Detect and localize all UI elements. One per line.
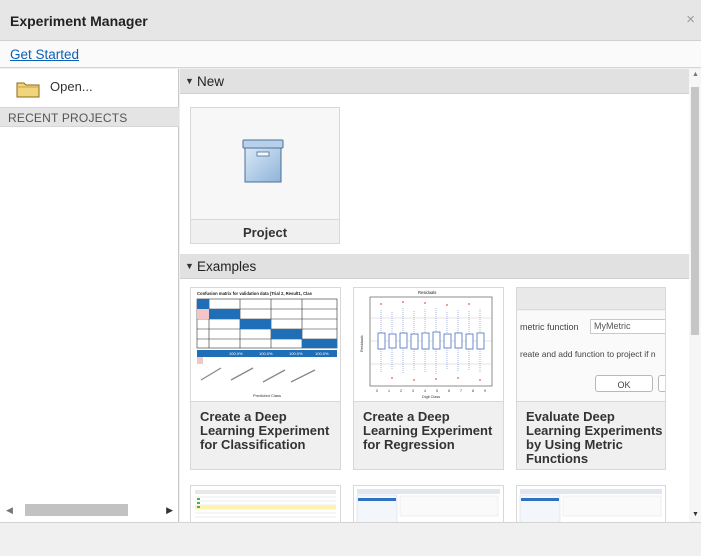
new-project-tile[interactable]: Project [190, 107, 340, 244]
sidebar-horizontal-scrollbar[interactable]: ◀ ▶ [4, 503, 175, 517]
footer-area [0, 522, 701, 556]
recent-projects-header: RECENT PROJECTS [0, 107, 179, 127]
metric-dialog-thumbnail: metric function MyMetric reate and add f… [517, 288, 665, 402]
section-new-label: New [197, 74, 225, 89]
example-tile-regression[interactable]: Residuals 0 1 2 3 4 5 6 7 8 9 Digit Clas… [353, 287, 504, 470]
classification-caption-line: Create a Deep [200, 409, 287, 424]
metric-caption-line: by Using Metric [526, 437, 623, 452]
metric-function-value: MyMetric [594, 321, 631, 331]
open-project-button[interactable]: Open... [0, 69, 179, 106]
dialog-description: reate and add function to project if n [520, 349, 656, 359]
classification-caption-line: for Classification [200, 437, 306, 452]
x-tick: 6 [448, 389, 450, 393]
ok-button-label: OK [617, 380, 631, 390]
main-panel: ▼ New Project ▼ Examples Confusion matri… [180, 69, 689, 522]
scroll-right-icon[interactable]: ▶ [166, 505, 173, 516]
example-tile-classification[interactable]: Confusion matrix for validation data (Tr… [190, 287, 341, 470]
section-new-header[interactable]: ▼ New [180, 69, 689, 94]
open-label: Open... [50, 79, 93, 94]
example-tile-partial[interactable] [190, 485, 341, 522]
metric-function-label: metric function [520, 322, 579, 332]
scroll-left-icon[interactable]: ◀ [6, 505, 13, 516]
x-tick: 9 [484, 389, 486, 393]
collapse-triangle-icon: ▼ [185, 76, 194, 86]
thumb-title: Residuals [418, 290, 436, 295]
regression-caption-line: Learning Experiment [363, 423, 493, 438]
percent-label: 100.0% [229, 351, 243, 356]
x-tick: 1 [388, 389, 390, 393]
confusion-matrix-thumbnail: Confusion matrix for validation data (Tr… [191, 288, 340, 402]
scroll-down-icon[interactable]: ▼ [692, 511, 699, 518]
get-started-link[interactable]: Get Started [10, 47, 79, 62]
close-icon[interactable]: × [686, 11, 695, 28]
x-tick: 8 [472, 389, 474, 393]
example-tile-partial[interactable] [516, 485, 666, 522]
section-examples-header[interactable]: ▼ Examples [180, 254, 689, 279]
percent-label: 100.0% [315, 351, 329, 356]
project-box-icon [242, 139, 284, 183]
window-title: Experiment Manager [10, 13, 148, 29]
section-examples-label: Examples [197, 259, 257, 274]
table-thumbnail [191, 486, 340, 522]
percent-label: 100.0% [259, 351, 273, 356]
x-axis-label: Predicted Class [253, 393, 281, 398]
residuals-thumbnail: Residuals 0 1 2 3 4 5 6 7 8 9 Digit Clas… [354, 288, 503, 402]
scrollbar-thumb[interactable] [691, 87, 699, 335]
percent-label: 100.0% [289, 351, 303, 356]
regression-caption-line: for Regression [363, 437, 455, 452]
x-tick: 3 [412, 389, 414, 393]
x-tick: 2 [400, 389, 402, 393]
collapse-triangle-icon: ▼ [185, 261, 194, 271]
folder-icon [16, 82, 40, 98]
project-caption: Project [242, 225, 288, 240]
example-tile-partial[interactable] [353, 485, 504, 522]
x-tick: 5 [436, 389, 438, 393]
title-bar: Experiment Manager × [0, 0, 701, 41]
thumb-title: Confusion matrix for validation data (Tr… [197, 291, 313, 296]
metric-caption-line: Evaluate Deep [526, 409, 615, 424]
app-screenshot-thumbnail [517, 486, 665, 522]
regression-caption-line: Create a Deep [363, 409, 450, 424]
recent-projects-label: RECENT PROJECTS [8, 111, 128, 125]
metric-caption-line: Learning Experiments [526, 423, 663, 438]
x-axis-label: Digit Class [422, 395, 440, 399]
y-axis-label: Residuals [360, 335, 364, 352]
main-vertical-scrollbar[interactable]: ▲ ▼ [689, 69, 701, 522]
sidebar: Open... RECENT PROJECTS ◀ ▶ [0, 69, 179, 522]
x-tick: 7 [460, 389, 462, 393]
scrollbar-thumb[interactable] [25, 504, 128, 516]
project-thumbnail [191, 108, 339, 220]
x-tick: 0 [376, 389, 378, 393]
app-screenshot-thumbnail [354, 486, 503, 522]
link-bar: Get Started [0, 41, 701, 68]
scroll-up-icon[interactable]: ▲ [692, 71, 699, 78]
classification-caption-line: Learning Experiment [200, 423, 330, 438]
x-tick: 4 [424, 389, 426, 393]
example-tile-metric-functions[interactable]: metric function MyMetric reate and add f… [516, 287, 666, 470]
metric-caption-line: Functions [526, 451, 589, 466]
